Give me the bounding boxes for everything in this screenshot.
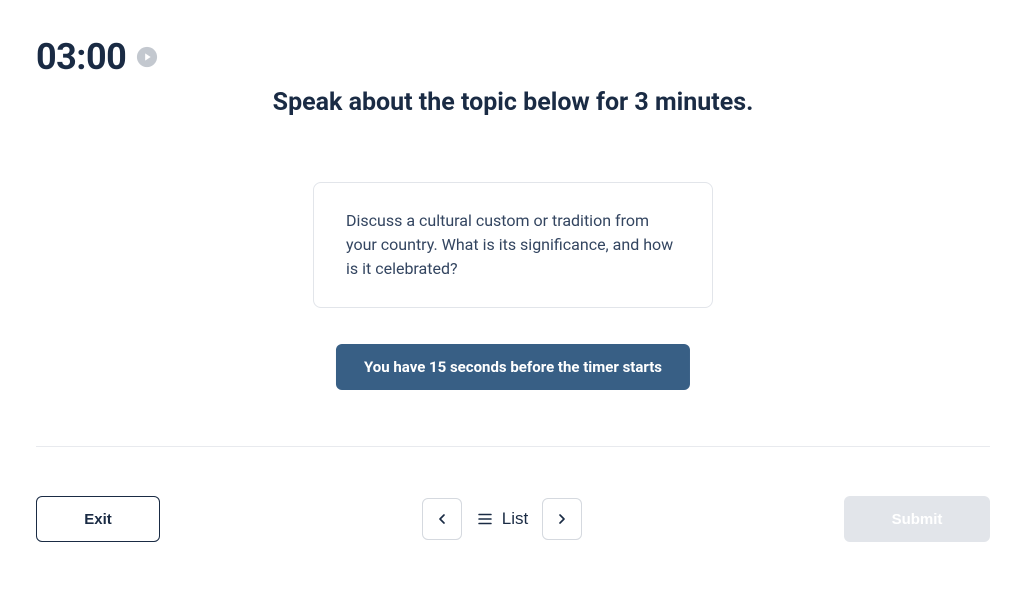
list-button[interactable]: List xyxy=(472,509,532,529)
footer-divider xyxy=(36,446,990,447)
list-icon xyxy=(476,510,494,528)
topic-card: Discuss a cultural custom or tradition f… xyxy=(313,182,713,308)
exit-button[interactable]: Exit xyxy=(36,496,160,542)
chevron-left-icon xyxy=(434,511,450,527)
instruction-heading: Speak about the topic below for 3 minute… xyxy=(0,88,1026,117)
timer-area: 03:00 xyxy=(36,36,158,78)
play-icon[interactable] xyxy=(136,46,158,68)
countdown-message: You have 15 seconds before the timer sta… xyxy=(364,358,662,376)
topic-prompt: Discuss a cultural custom or tradition f… xyxy=(346,209,680,281)
countdown-banner: You have 15 seconds before the timer sta… xyxy=(336,344,690,390)
list-button-label: List xyxy=(502,509,528,529)
next-button[interactable] xyxy=(542,498,582,540)
prev-button[interactable] xyxy=(422,498,462,540)
timer-value: 03:00 xyxy=(36,36,126,78)
chevron-right-icon xyxy=(554,511,570,527)
nav-group: List xyxy=(422,498,582,540)
submit-button-label: Submit xyxy=(892,511,943,528)
submit-button[interactable]: Submit xyxy=(844,496,990,542)
exit-button-label: Exit xyxy=(84,511,112,528)
footer: Exit List xyxy=(36,496,990,542)
